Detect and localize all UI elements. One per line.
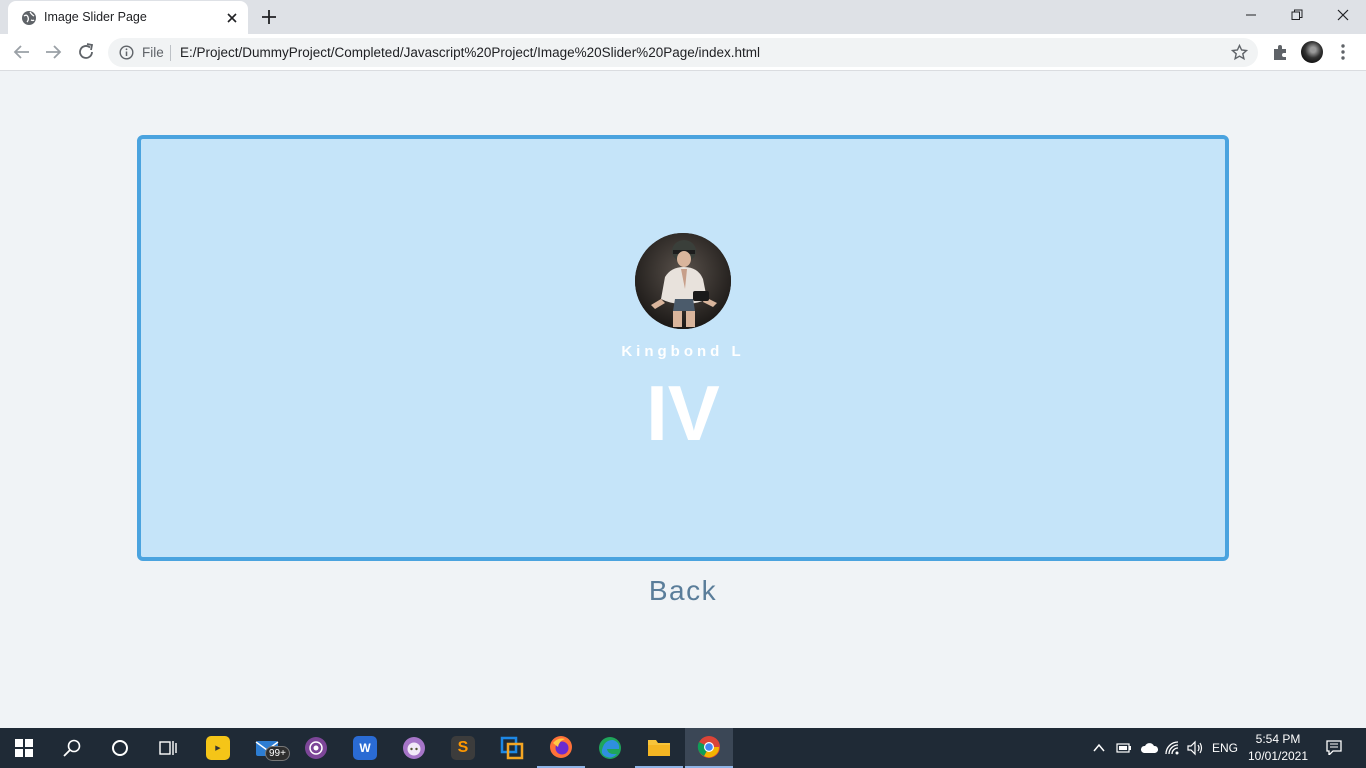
address-bar[interactable]: File E:/Project/DummyProject/Completed/J…: [108, 38, 1258, 67]
notification-center-icon[interactable]: [1325, 739, 1343, 755]
forward-nav-button[interactable]: [43, 42, 63, 62]
battery-icon[interactable]: [1116, 740, 1132, 756]
taskbar-edge-app[interactable]: [586, 728, 634, 768]
arrow-left-icon: [13, 45, 29, 59]
task-view-icon: [159, 741, 177, 755]
puzzle-extensions-icon[interactable]: [1271, 43, 1289, 61]
profile-avatar[interactable]: [1301, 41, 1323, 63]
character-portrait: [635, 233, 731, 329]
omnibox-divider: [170, 45, 171, 61]
search-icon: [63, 739, 81, 757]
onedrive-cloud-icon[interactable]: [1140, 740, 1158, 756]
user-name: Kingbond L: [621, 343, 745, 360]
wps-writer-icon: W: [353, 736, 377, 760]
taskbar-file-explorer-app[interactable]: [635, 728, 683, 768]
sublime-text-icon: S: [451, 736, 475, 760]
slide-number: IV: [646, 369, 720, 457]
mail-badge: 99+: [265, 746, 290, 761]
user-avatar: [635, 233, 731, 329]
cortana-button[interactable]: [96, 728, 144, 768]
reload-button[interactable]: [76, 42, 96, 62]
github-cat-icon: [403, 737, 425, 759]
new-tab-icon[interactable]: [260, 8, 278, 26]
restore-icon: [1291, 9, 1303, 20]
close-tab-icon[interactable]: [224, 10, 240, 26]
search-button[interactable]: [48, 728, 96, 768]
firefox-icon: [550, 736, 572, 758]
globe-icon: [22, 11, 36, 25]
tab-title: Image Slider Page: [44, 10, 147, 24]
taskbar-chrome-app[interactable]: [685, 728, 733, 768]
taskbar-sublime-text-app[interactable]: S: [439, 728, 487, 768]
taskbar-mail-app[interactable]: 99+: [243, 728, 291, 768]
taskbar-virtualbox-app[interactable]: [488, 728, 536, 768]
bookmark-star-icon[interactable]: [1231, 44, 1248, 61]
slide-card: Kingbond L IV: [137, 135, 1229, 561]
cortana-circle-icon: [112, 740, 128, 756]
close-icon: [1337, 9, 1349, 21]
windows-logo-icon: [15, 739, 33, 757]
clock-date: 10/01/2021: [1247, 749, 1309, 763]
reload-icon: [79, 43, 94, 59]
browser-tab-strip: Image Slider Page: [0, 0, 1366, 34]
minimize-button[interactable]: [1228, 0, 1274, 30]
info-icon[interactable]: [119, 45, 134, 60]
edge-icon: [599, 737, 621, 759]
folder-icon: [648, 740, 670, 756]
taskbar-firefox-app[interactable]: [537, 728, 585, 768]
restore-button[interactable]: [1274, 0, 1320, 30]
back-button[interactable]: Back: [583, 575, 783, 607]
taskbar-wps-app[interactable]: W: [341, 728, 389, 768]
browser-toolbar: File E:/Project/DummyProject/Completed/J…: [0, 34, 1366, 71]
start-button[interactable]: [0, 728, 48, 768]
taskbar-tor-browser-app[interactable]: [292, 728, 340, 768]
arrow-right-icon: [46, 45, 62, 59]
volume-icon[interactable]: [1186, 740, 1204, 756]
scheme-label: File: [142, 45, 164, 60]
player-icon: ▶: [206, 736, 230, 760]
url-text[interactable]: E:/Project/DummyProject/Completed/Javasc…: [180, 45, 760, 60]
clock-time: 5:54 PM: [1255, 732, 1301, 746]
chrome-icon: [697, 736, 720, 758]
windows-taskbar: ▶ 99+ W S ENG 5:54 PM 10/01/2021: [0, 728, 1366, 768]
browser-tab[interactable]: Image Slider Page: [8, 1, 248, 34]
back-nav-button[interactable]: [12, 42, 32, 62]
tor-browser-icon: [305, 737, 327, 759]
more-vertical-icon[interactable]: [1338, 43, 1348, 61]
wifi-icon[interactable]: [1164, 740, 1180, 756]
taskbar-github-desktop-app[interactable]: [390, 728, 438, 768]
clock[interactable]: 5:54 PM 10/01/2021: [1244, 731, 1312, 765]
close-window-button[interactable]: [1320, 0, 1366, 30]
chevron-up-icon[interactable]: [1092, 740, 1106, 756]
taskbar-player-app[interactable]: ▶: [194, 728, 242, 768]
virtualbox-icon: [500, 736, 524, 760]
task-view-button[interactable]: [144, 728, 192, 768]
input-language[interactable]: ENG: [1212, 741, 1238, 755]
minimize-icon: [1246, 14, 1256, 16]
